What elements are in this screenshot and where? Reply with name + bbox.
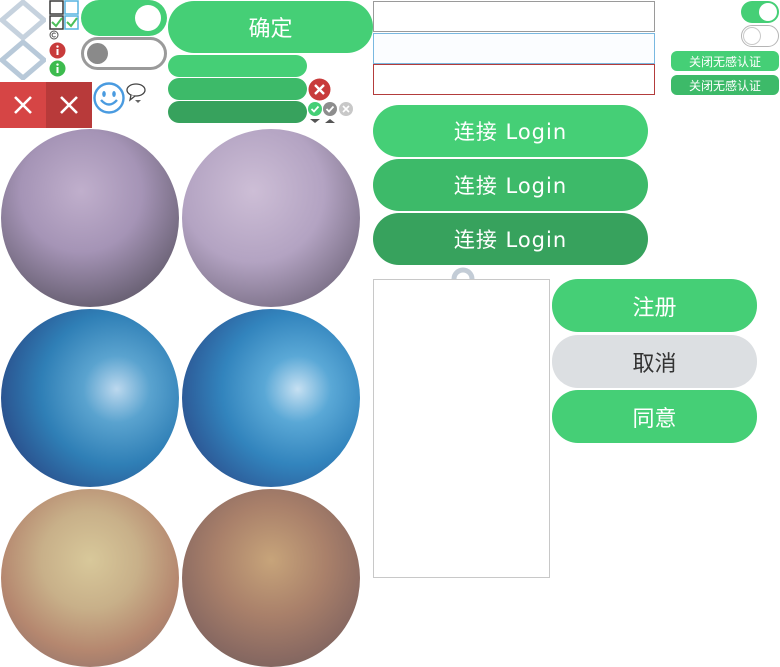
toggle-knob [135,5,161,31]
confirm-label: 确定 [248,17,293,42]
close-icon [60,96,78,114]
login-button-label: 连接 Login [453,120,568,144]
badge-label: 关闭无感认证 [688,54,761,69]
confirm-button[interactable]: 确定 [168,1,373,53]
login-button-label: 连接 Login [453,228,568,252]
blurred-avatar-image [1,129,179,307]
text-field[interactable] [373,1,655,32]
smiley-icon [93,82,125,114]
diamond-outline-icon [0,40,46,80]
blurred-avatar-image [182,129,360,307]
blurred-avatar-image [1,489,179,667]
register-button[interactable]: 注册 [552,279,757,332]
badge-label: 关闭无感认证 [688,78,761,93]
blurred-avatar-image [182,489,360,667]
register-label: 注册 [632,295,677,321]
close-icon [14,96,32,114]
checkbox-icon[interactable] [49,0,79,30]
toggle-switch-on[interactable] [81,0,167,36]
small-toggle-on[interactable] [741,1,779,23]
cancel-button[interactable]: 取消 [552,335,757,388]
login-button[interactable]: 连接 Login [373,105,648,157]
copyright-icon [49,30,59,40]
info-green-icon [49,60,66,77]
content-panel [373,279,550,578]
green-bar-button[interactable] [168,55,307,77]
login-button-label: 连接 Login [453,174,568,198]
text-field-focused[interactable] [373,33,655,64]
blurred-avatar-image [1,309,179,487]
blurred-avatar-image [182,309,360,487]
disable-auth-badge[interactable]: 关闭无感认证 [671,51,779,71]
disable-auth-badge[interactable]: 关闭无感认证 [671,75,779,95]
check-icon [308,102,353,123]
green-bar-button[interactable] [168,78,307,100]
close-button[interactable] [46,82,92,128]
toggle-knob [87,43,108,64]
agree-button[interactable]: 同意 [552,390,757,443]
agree-label: 同意 [632,406,677,432]
green-bar-button[interactable] [168,101,307,123]
toggle-switch-off[interactable] [81,37,167,70]
chat-bubble-icon [126,83,146,103]
login-button[interactable]: 连接 Login [373,159,648,211]
small-toggle-off[interactable] [741,25,779,47]
close-button[interactable] [0,82,46,128]
text-field-error[interactable] [373,64,655,95]
info-red-icon [49,42,66,59]
login-button[interactable]: 连接 Login [373,213,648,265]
toggle-knob [743,27,761,45]
cancel-label: 取消 [632,351,677,377]
error-icon [308,78,331,101]
diamond-outline-icon [0,0,46,40]
toggle-knob [759,3,777,21]
